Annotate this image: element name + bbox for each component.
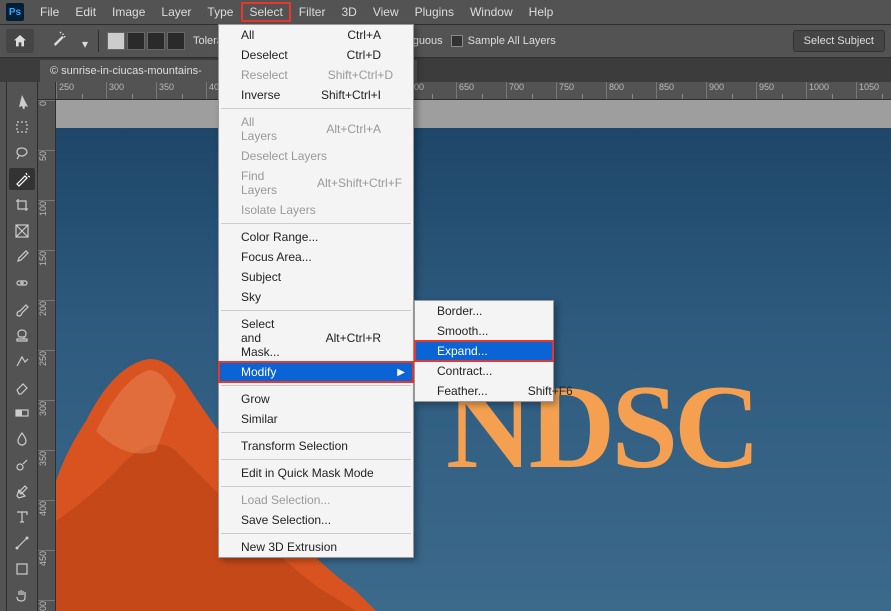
menuitem-save-selection[interactable]: Save Selection...	[219, 510, 413, 530]
options-bar: ▾ Tolerance: ✔Anti-alias ✔Contiguous Sam…	[0, 24, 891, 58]
wand-tool[interactable]	[9, 168, 35, 190]
select-menu: AllCtrl+ADeselectCtrl+DReselectShift+Ctr…	[218, 24, 414, 558]
tool-preset-flyout-icon[interactable]: ▾	[82, 37, 90, 45]
ruler-vertical[interactable]: 050100150200250300350400450500	[38, 100, 56, 611]
eraser-tool[interactable]	[9, 376, 35, 398]
selection-mode-group	[107, 32, 185, 50]
menubar: Ps FileEditImageLayerTypeSelectFilter3DV…	[0, 0, 891, 24]
menuitem-focus-area[interactable]: Focus Area...	[219, 247, 413, 267]
menuitem-inverse[interactable]: InverseShift+Ctrl+I	[219, 85, 413, 105]
menuitem-similar[interactable]: Similar	[219, 409, 413, 429]
menuitem-load-selection: Load Selection...	[219, 490, 413, 510]
menuitem-smooth[interactable]: Smooth...	[415, 321, 553, 341]
blur-tool[interactable]	[9, 428, 35, 450]
app-logo: Ps	[6, 3, 24, 21]
menuitem-modify[interactable]: Modify▶	[219, 362, 413, 382]
menu-help[interactable]: Help	[521, 2, 562, 22]
menu-3d[interactable]: 3D	[333, 2, 364, 22]
shape-tool[interactable]	[9, 558, 35, 580]
menuitem-feather[interactable]: Feather...Shift+F6	[415, 381, 553, 401]
menu-view[interactable]: View	[365, 2, 407, 22]
sample-all-checkbox[interactable]: Sample All Layers	[451, 35, 556, 47]
menuitem-contract[interactable]: Contract...	[415, 361, 553, 381]
menu-file[interactable]: File	[32, 2, 67, 22]
lasso-tool[interactable]	[9, 142, 35, 164]
selection-new-button[interactable]	[107, 32, 125, 50]
menuitem-grow[interactable]: Grow	[219, 389, 413, 409]
move-tool[interactable]	[9, 90, 35, 112]
menu-select[interactable]: Select	[241, 2, 290, 22]
type-tool[interactable]	[9, 506, 35, 528]
document-tab-title: © sunrise-in-ciucas-mountains-	[50, 65, 202, 77]
sample-all-label: Sample All Layers	[468, 35, 556, 47]
menuitem-deselect[interactable]: DeselectCtrl+D	[219, 45, 413, 65]
menu-edit[interactable]: Edit	[67, 2, 104, 22]
ruler-horizontal[interactable]: 2503003504004505005506006507007508008509…	[56, 82, 891, 100]
menu-image[interactable]: Image	[104, 2, 153, 22]
gradient-tool[interactable]	[9, 402, 35, 424]
magic-wand-icon[interactable]	[48, 30, 68, 53]
menuitem-reselect: ReselectShift+Ctrl+D	[219, 65, 413, 85]
select-subject-button[interactable]: Select Subject	[793, 30, 885, 52]
menuitem-isolate-layers: Isolate Layers	[219, 200, 413, 220]
menuitem-border[interactable]: Border...	[415, 301, 553, 321]
document-tabs: © sunrise-in-ciucas-mountains- ) * ×	[0, 58, 891, 82]
home-button[interactable]	[6, 29, 34, 53]
menuitem-find-layers: Find LayersAlt+Shift+Ctrl+F	[219, 166, 413, 200]
selection-subtract-button[interactable]	[147, 32, 165, 50]
menu-type[interactable]: Type	[199, 2, 241, 22]
menu-layer[interactable]: Layer	[153, 2, 199, 22]
menuitem-select-and-mask[interactable]: Select and Mask...Alt+Ctrl+R	[219, 314, 413, 362]
selection-intersect-button[interactable]	[167, 32, 185, 50]
toolbox	[6, 82, 38, 611]
menuitem-all-layers: All LayersAlt+Ctrl+A	[219, 112, 413, 146]
menuitem-edit-in-quick-mask-mode[interactable]: Edit in Quick Mask Mode	[219, 463, 413, 483]
dodge-tool[interactable]	[9, 454, 35, 476]
menu-window[interactable]: Window	[462, 2, 521, 22]
stamp-tool[interactable]	[9, 324, 35, 346]
brush-tool[interactable]	[9, 298, 35, 320]
marquee-tool[interactable]	[9, 116, 35, 138]
menuitem-deselect-layers: Deselect Layers	[219, 146, 413, 166]
eyedrop-tool[interactable]	[9, 246, 35, 268]
menuitem-sky[interactable]: Sky	[219, 287, 413, 307]
menuitem-all[interactable]: AllCtrl+A	[219, 25, 413, 45]
crop-tool[interactable]	[9, 194, 35, 216]
menuitem-transform-selection[interactable]: Transform Selection	[219, 436, 413, 456]
heal-tool[interactable]	[9, 272, 35, 294]
selection-add-button[interactable]	[127, 32, 145, 50]
hand-tool[interactable]	[9, 584, 35, 606]
menuitem-new-d-extrusion[interactable]: New 3D Extrusion	[219, 537, 413, 557]
modify-submenu: Border...Smooth...Expand...Contract...Fe…	[414, 300, 554, 402]
pen-tool[interactable]	[9, 480, 35, 502]
history-tool[interactable]	[9, 350, 35, 372]
frame-tool[interactable]	[9, 220, 35, 242]
path-tool[interactable]	[9, 532, 35, 554]
menuitem-subject[interactable]: Subject	[219, 267, 413, 287]
menuitem-color-range[interactable]: Color Range...	[219, 227, 413, 247]
menu-filter[interactable]: Filter	[291, 2, 334, 22]
ruler-corner	[38, 82, 56, 100]
menuitem-expand[interactable]: Expand...	[415, 341, 553, 361]
menu-plugins[interactable]: Plugins	[407, 2, 462, 22]
